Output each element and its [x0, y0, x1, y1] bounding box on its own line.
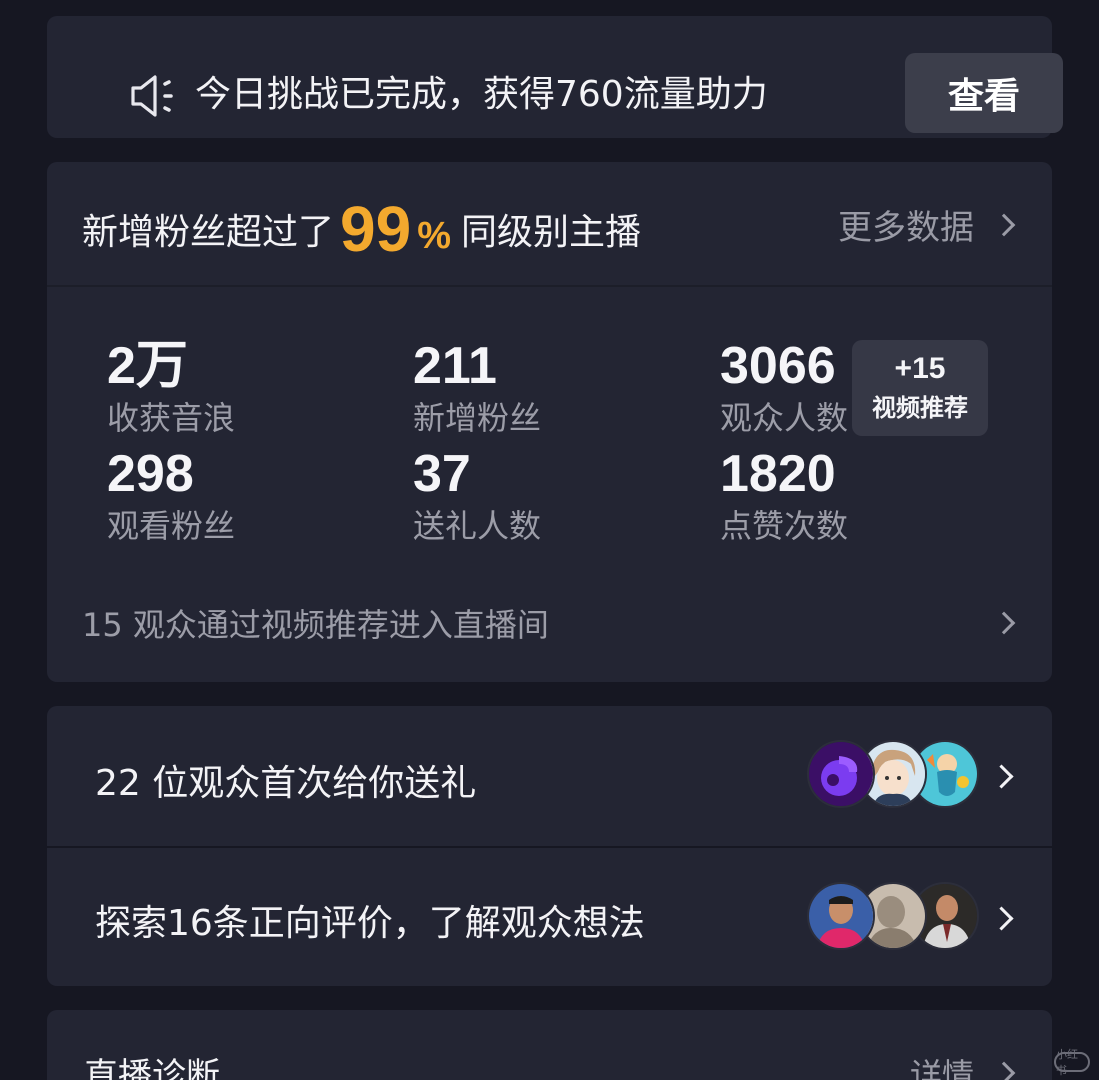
headline-suffix: 同级别主播	[461, 212, 642, 253]
headline-percent-sign: %	[417, 214, 451, 257]
stat-value-likes: 1820	[720, 445, 836, 503]
fans-growth-headline: 新增粉丝超过了 99 % 同级别主播	[82, 193, 642, 265]
first-gift-text: 22 位观众首次给你送礼	[95, 763, 477, 804]
headline-prefix: 新增粉丝超过了	[82, 212, 335, 253]
live-diagnosis-card[interactable]: 直播诊断 详情	[47, 1010, 1052, 1080]
chevron-right-icon	[992, 213, 1016, 236]
challenge-complete-text: 今日挑战已完成，获得760流量助力	[195, 74, 768, 115]
video-recommend-badge: +15 视频推荐	[852, 340, 988, 436]
more-data-label: 更多数据	[838, 208, 974, 248]
stats-card: 新增粉丝超过了 99 % 同级别主播 更多数据 2万 收获音浪 211 新增粉丝…	[47, 162, 1052, 682]
badge-value: +15	[894, 352, 946, 385]
review-row-chevron	[989, 906, 1014, 931]
stat-label-watching-fans: 观看粉丝	[107, 507, 236, 545]
positive-reviews-text: 探索16条正向评价，了解观众想法	[95, 903, 645, 944]
view-button[interactable]: 查看	[905, 53, 1063, 133]
stat-value-new-fans: 211	[413, 337, 497, 395]
detail-label: 详情	[909, 1056, 974, 1080]
avatar-man-red-shirt	[807, 882, 875, 950]
more-data-link[interactable]: 更多数据	[838, 200, 1016, 249]
stat-label-new-fans: 新增粉丝	[413, 399, 542, 437]
chevron-right-icon	[992, 1061, 1016, 1080]
chevron-right-icon	[989, 764, 1014, 789]
stat-label-viewers: 观众人数	[720, 399, 849, 437]
chevron-right-icon	[992, 611, 1016, 635]
stat-value-viewers: 3066	[720, 337, 836, 395]
stat-value-gift-givers: 37	[413, 445, 471, 503]
video-recommend-text: 15 观众通过视频推荐进入直播间	[82, 606, 549, 644]
first-gift-row[interactable]: 22 位观众首次给你送礼	[47, 706, 1052, 846]
diagnosis-title: 直播诊断	[84, 1056, 220, 1080]
divider	[47, 285, 1052, 287]
live-summary-page: 今日挑战已完成，获得760流量助力 查看 新增粉丝超过了 99 % 同级别主播 …	[0, 0, 1099, 1080]
positive-reviews-row[interactable]: 探索16条正向评价，了解观众想法	[47, 848, 1052, 986]
badge-label: 视频推荐	[872, 394, 968, 422]
gift-avatars	[807, 740, 979, 812]
video-recommend-row[interactable]: 15 观众通过视频推荐进入直播间	[82, 600, 1016, 646]
stat-label-likes: 点赞次数	[720, 507, 849, 545]
watermark-logo: 小红书	[1054, 1048, 1090, 1077]
challenge-banner: 今日挑战已完成，获得760流量助力 查看	[47, 16, 1063, 138]
headline-percent: 99	[340, 193, 412, 265]
stat-value-watching-fans: 298	[107, 445, 194, 503]
speaker-icon	[131, 75, 173, 117]
avatar-purple-logo	[807, 740, 875, 808]
chevron-right-icon	[989, 906, 1014, 931]
gift-row-chevron	[989, 764, 1014, 789]
stat-value-sound-waves: 2万	[107, 337, 188, 395]
diagnosis-detail-link[interactable]: 详情	[909, 1050, 1016, 1080]
review-avatars	[807, 882, 979, 954]
stat-label-sound-waves: 收获音浪	[107, 399, 236, 437]
stat-label-gift-givers: 送礼人数	[413, 507, 542, 545]
